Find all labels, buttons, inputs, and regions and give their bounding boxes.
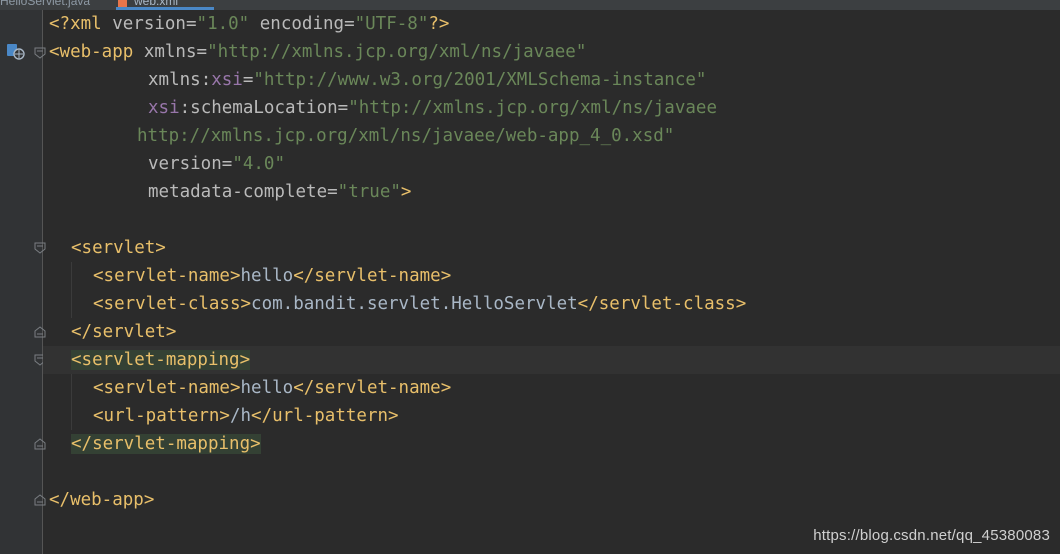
- code-line-11: <servlet-class>com.bandit.servlet.HelloS…: [93, 294, 747, 314]
- code-line-16: </servlet-mapping>: [71, 430, 261, 458]
- code-line-5: http://xmlns.jcp.org/xml/ns/javaee/web-a…: [137, 126, 675, 146]
- tab-hello-servlet[interactable]: HelloServlet.java: [0, 0, 90, 10]
- matched-tag-highlight: <servlet-mapping>: [71, 350, 251, 370]
- web-descriptor-icon[interactable]: [6, 43, 26, 61]
- tab-label: HelloServlet.java: [0, 0, 91, 8]
- code-line-1: <?xml version="1.0" encoding="UTF-8"?>: [49, 14, 450, 34]
- code-editor[interactable]: <?xml version="1.0" encoding="UTF-8"?> <…: [43, 10, 1060, 554]
- watermark-url: https://blog.csdn.net/qq_45380083: [813, 527, 1050, 544]
- code-line-2: <web-app xmlns="http://xmlns.jcp.org/xml…: [49, 42, 587, 62]
- tab-web-xml[interactable]: web.xml: [116, 0, 214, 10]
- code-line-13: <servlet-mapping>: [71, 346, 251, 374]
- matched-tag-highlight: </servlet-mapping>: [71, 434, 261, 454]
- code-line-10: <servlet-name>hello</servlet-name>: [93, 266, 452, 286]
- code-line-18: </web-app>: [49, 490, 155, 510]
- code-line-15: <url-pattern>/h</url-pattern>: [93, 406, 399, 426]
- code-line-9: <servlet>: [71, 238, 166, 258]
- editor-tab-bar: HelloServlet.java web.xml: [0, 0, 1060, 10]
- editor-gutter[interactable]: [0, 10, 42, 554]
- code-line-7: metadata-complete="true">: [148, 182, 412, 202]
- code-line-6: version="4.0": [148, 154, 285, 174]
- code-line-14: <servlet-name>hello</servlet-name>: [93, 378, 452, 398]
- code-line-4: xsi:schemaLocation="http://xmlns.jcp.org…: [148, 98, 717, 118]
- code-line-3: xmlns:xsi="http://www.w3.org/2001/XMLSch…: [148, 70, 707, 90]
- code-line-12: </servlet>: [71, 322, 177, 342]
